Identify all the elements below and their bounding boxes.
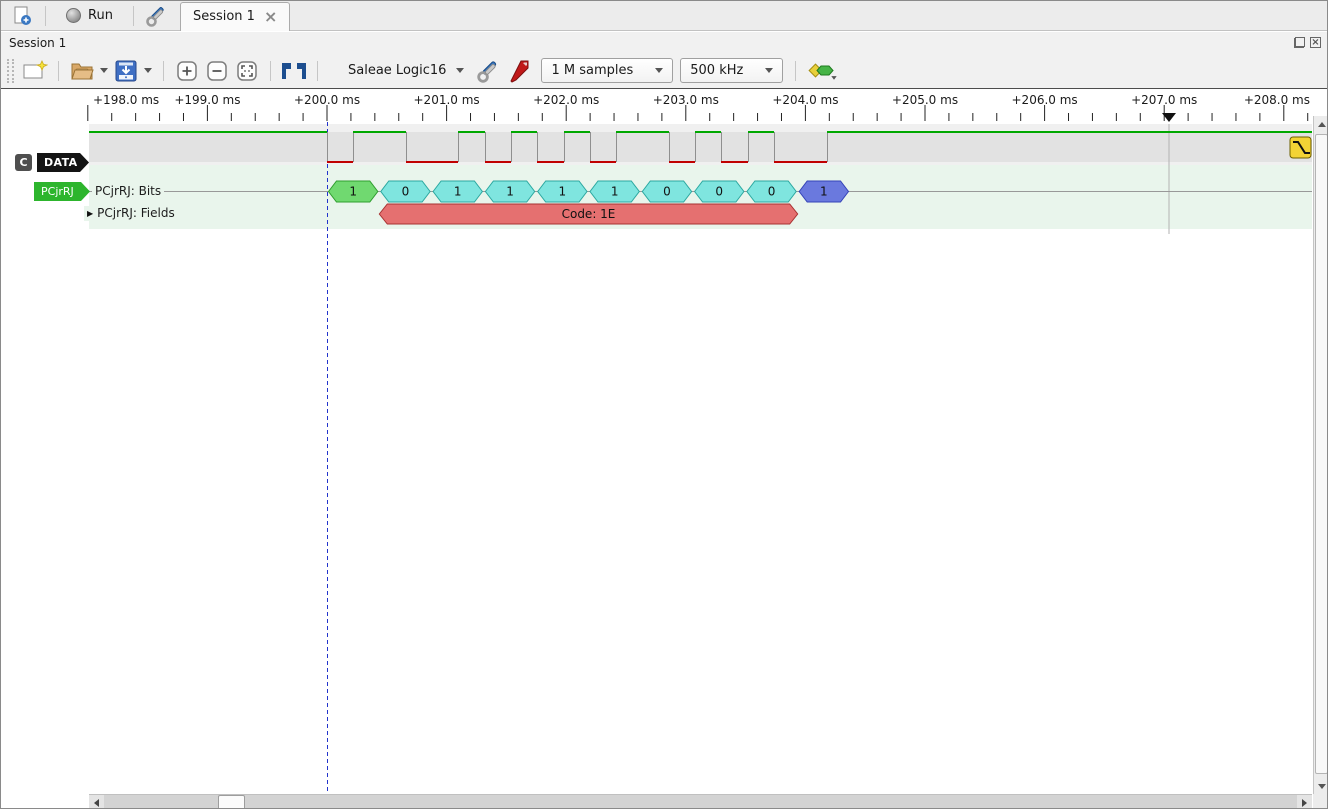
ruler-tick-label: +200.0 ms xyxy=(294,93,360,107)
device-selector[interactable]: Saleae Logic16 xyxy=(348,63,464,78)
run-label: Run xyxy=(88,8,113,23)
tab-session-1[interactable]: Session 1 × xyxy=(180,2,290,31)
sample-count-value: 1 M samples xyxy=(551,63,633,78)
sample-count-select[interactable]: 1 M samples xyxy=(541,58,673,83)
horizontal-scrollbar-thumb[interactable] xyxy=(218,795,245,809)
run-button[interactable]: Run xyxy=(54,3,125,29)
new-view-icon xyxy=(22,60,48,82)
ruler-tick-label: +207.0 ms xyxy=(1131,93,1197,107)
new-session-button[interactable] xyxy=(7,3,37,29)
dock-title: Session 1 xyxy=(9,36,66,50)
sample-rate-select[interactable]: 500 kHz xyxy=(680,58,783,83)
field-annotations: Code: 1E xyxy=(379,204,797,224)
zoom-in-button[interactable] xyxy=(172,57,202,85)
device-name: Saleae Logic16 xyxy=(348,63,446,78)
settings-wrench-icon xyxy=(145,4,169,28)
zoom-fit-icon xyxy=(235,59,259,83)
ruler-tick-label: +199.0 ms xyxy=(174,93,240,107)
ruler-tick-label: +198.0 ms xyxy=(93,93,159,107)
add-decoder-button[interactable] xyxy=(804,57,840,85)
ruler-tick-label: +204.0 ms xyxy=(772,93,838,107)
trace-view[interactable]: +198.0 ms +199.0 ms +200.0 ms +201.0 ms +202… xyxy=(1,89,1328,809)
channel-class-icon: C xyxy=(15,154,32,171)
show-cursors-button[interactable] xyxy=(279,57,309,85)
separator xyxy=(45,6,46,26)
separator xyxy=(270,61,271,81)
trace-canvas[interactable]: +198.0 ms +199.0 ms +200.0 ms +201.0 ms +202… xyxy=(1,89,1328,794)
show-cursors-icon xyxy=(280,60,308,82)
main-tab-bar: Run Session 1 × xyxy=(1,1,1327,31)
horizontal-scrollbar[interactable] xyxy=(89,794,1312,809)
svg-text:1: 1 xyxy=(820,185,828,199)
svg-text:1: 1 xyxy=(611,185,619,199)
save-file-icon xyxy=(114,59,138,83)
svg-text:1: 1 xyxy=(454,185,462,199)
decoder-label-flag[interactable]: PCjrRJ xyxy=(34,182,90,201)
run-state-icon xyxy=(66,8,81,23)
save-file-button[interactable] xyxy=(111,57,141,85)
separator xyxy=(133,6,134,26)
separator xyxy=(163,61,164,81)
svg-text:0: 0 xyxy=(715,185,723,199)
svg-text:1: 1 xyxy=(559,185,567,199)
expand-row-icon[interactable]: ▶ xyxy=(87,206,93,221)
toolbar-drag-handle[interactable] xyxy=(7,59,14,83)
svg-text:Code: 1E: Code: 1E xyxy=(562,207,616,221)
zoom-fit-button[interactable] xyxy=(232,57,262,85)
tab-label: Session 1 xyxy=(193,9,255,24)
svg-text:0: 0 xyxy=(663,185,671,199)
zoom-in-icon xyxy=(175,59,199,83)
timeline-ruler[interactable]: +198.0 ms +199.0 ms +200.0 ms +201.0 ms +202… xyxy=(88,93,1310,121)
add-decoder-icon xyxy=(807,59,837,83)
close-tab-icon[interactable]: × xyxy=(264,11,277,23)
zoom-out-button[interactable] xyxy=(202,57,232,85)
scroll-up-arrow[interactable] xyxy=(1314,116,1328,132)
ruler-tick-label: +202.0 ms xyxy=(533,93,599,107)
separator xyxy=(317,61,318,81)
vertical-scrollbar-thumb[interactable] xyxy=(1315,134,1328,774)
open-file-icon xyxy=(70,60,94,82)
ruler-tick-label: +201.0 ms xyxy=(414,93,480,107)
svg-text:0: 0 xyxy=(768,185,776,199)
configure-device-button[interactable] xyxy=(474,57,504,85)
separator xyxy=(58,61,59,81)
decoder-row-bits-label: PCjrRJ: Bits xyxy=(92,184,164,199)
session-toolbar: Saleae Logic16 1 M samples 500 kHz xyxy=(1,53,1327,89)
svg-text:1: 1 xyxy=(506,185,514,199)
pulseview-window: Run Session 1 × Session 1 × xyxy=(0,0,1328,809)
scroll-right-arrow[interactable] xyxy=(1297,795,1312,809)
channel-label-flag[interactable]: DATA xyxy=(37,153,89,172)
falling-edge-trigger-icon[interactable] xyxy=(1290,137,1311,158)
save-file-dropdown[interactable] xyxy=(141,57,155,85)
svg-text:1: 1 xyxy=(349,185,357,199)
float-dock-icon[interactable] xyxy=(1294,37,1305,48)
ruler-tick-label: +203.0 ms xyxy=(653,93,719,107)
scroll-down-arrow[interactable] xyxy=(1314,778,1328,794)
configure-device-icon xyxy=(476,58,502,84)
zoom-out-icon xyxy=(205,59,229,83)
new-view-button[interactable] xyxy=(20,57,50,85)
chevron-down-icon xyxy=(456,68,464,73)
scroll-left-arrow[interactable] xyxy=(89,795,104,809)
ruler-tick-label: +208.0 ms xyxy=(1244,93,1310,107)
dock-title-bar: Session 1 × xyxy=(1,32,1327,53)
new-session-icon xyxy=(11,5,33,27)
chevron-down-icon xyxy=(655,68,663,73)
ruler-tick-label: +206.0 ms xyxy=(1012,93,1078,107)
decoder-row-fields-label: PCjrRJ: Fields xyxy=(97,206,175,221)
sample-rate-value: 500 kHz xyxy=(690,63,743,78)
configure-channels-icon xyxy=(507,58,531,84)
close-dock-icon[interactable]: × xyxy=(1310,37,1321,48)
vertical-scrollbar[interactable] xyxy=(1313,116,1328,794)
separator xyxy=(795,61,796,81)
configure-channels-button[interactable] xyxy=(504,57,534,85)
svg-text:0: 0 xyxy=(402,185,410,199)
settings-button[interactable] xyxy=(142,3,172,29)
open-file-dropdown[interactable] xyxy=(97,57,111,85)
chevron-down-icon xyxy=(765,68,773,73)
open-file-button[interactable] xyxy=(67,57,97,85)
decoder-row-fields: ▶ PCjrRJ: Fields xyxy=(84,206,178,221)
ruler-tick-label: +205.0 ms xyxy=(892,93,958,107)
scrollbar-corner xyxy=(1313,794,1328,809)
